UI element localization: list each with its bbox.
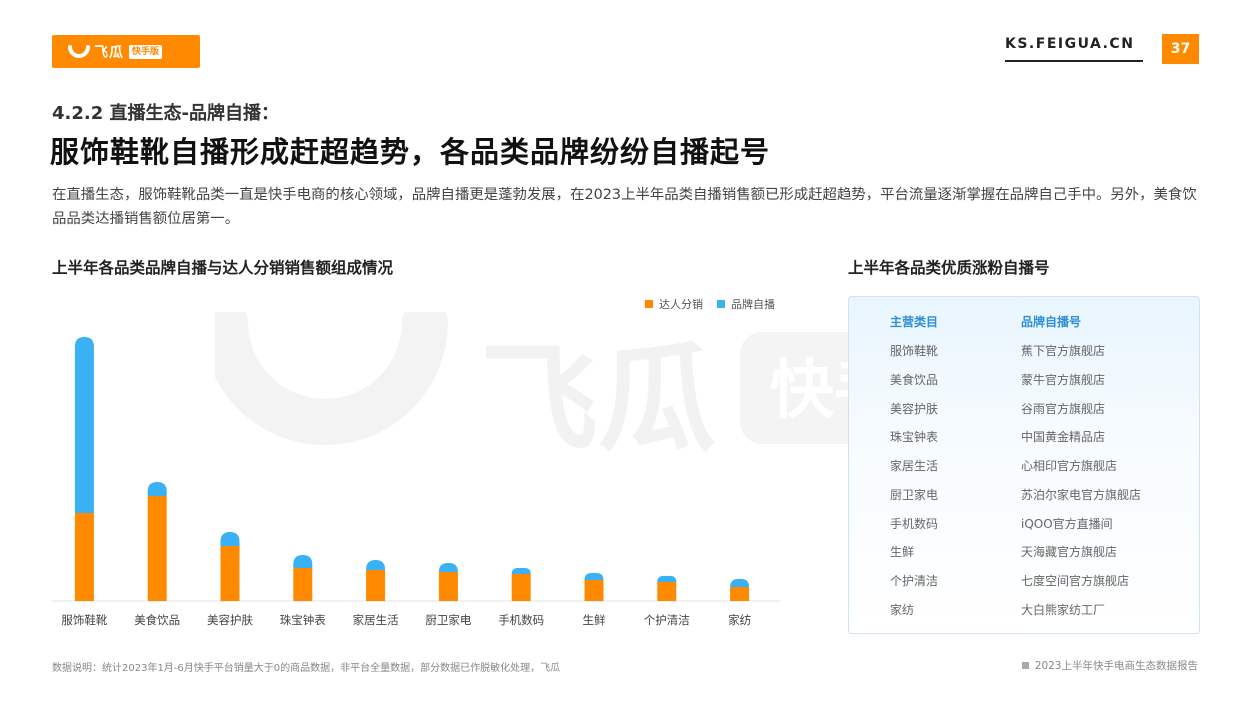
x-tick-label: 美食饮品	[134, 613, 180, 627]
bar-segment-brand	[220, 532, 240, 546]
bar-segment-brand	[293, 555, 313, 568]
data-footnote: 数据说明：统计2023年1月-6月快手平台销量大于0的商品数据，非平台全量数据，…	[52, 663, 561, 674]
table-cell-category: 生鲜	[890, 545, 915, 559]
bar-segment-creator	[74, 513, 94, 601]
report-name-text: 2023上半年快手电商生态数据报告	[1034, 660, 1198, 672]
x-tick-label: 手机数码	[498, 613, 544, 627]
site-url[interactable]: KS.FEIGUA.CN	[1005, 36, 1143, 62]
bar-segment-brand	[147, 482, 167, 496]
chart-legend: 达人分销 品牌自播	[645, 296, 775, 312]
x-tick-label: 个护清洁	[644, 613, 690, 627]
table-header: 主营类目 品牌自播号	[849, 313, 1199, 333]
bar-segment-brand	[584, 573, 604, 580]
bar-segment-brand	[438, 563, 458, 572]
table-cell-account: iQOO官方直播间	[1021, 517, 1113, 531]
table-row: 服饰鞋靴 蕉下官方旗舰店	[849, 342, 1199, 362]
bar-segment-brand	[74, 337, 94, 513]
table-row: 家居生活 心相印官方旗舰店	[849, 457, 1199, 477]
table-cell-category: 个护清洁	[890, 574, 939, 588]
table-header-account: 品牌自播号	[1021, 315, 1082, 329]
bar-segment-creator	[366, 570, 386, 601]
bar-segment-creator	[730, 587, 750, 601]
bar-segment-creator	[220, 546, 240, 601]
table-cell-account: 天海藏官方旗舰店	[1021, 545, 1118, 559]
bar-segment-brand	[366, 560, 386, 570]
table-row: 个护清洁 七度空间官方旗舰店	[849, 572, 1199, 592]
brand-account-table: 主营类目 品牌自播号 服饰鞋靴 蕉下官方旗舰店 美食饮品 蒙牛官方旗舰店 美容护…	[848, 296, 1200, 634]
x-tick-label: 珠宝钟表	[280, 613, 326, 627]
table-cell-category: 厨卫家电	[890, 488, 939, 502]
report-name: 2023上半年快手电商生态数据报告	[1021, 658, 1198, 673]
table-row: 美容护肤 谷雨官方旗舰店	[849, 400, 1199, 420]
table-row: 手机数码 iQOO官方直播间	[849, 515, 1199, 535]
table-cell-account: 七度空间官方旗舰店	[1021, 574, 1130, 588]
x-axis-labels: 服饰鞋靴 美食饮品 美容护肤 珠宝钟表 家居生活 厨卫家电 手机数码 生鲜 个护清洁 家纺	[61, 613, 751, 627]
bar-segment-brand	[511, 568, 531, 574]
bar-segment-creator	[584, 580, 604, 601]
table-title: 上半年各品类优质涨粉自播号	[848, 259, 1050, 277]
table-row: 珠宝钟表 中国黄金精品店	[849, 428, 1199, 448]
bar-segment-creator	[657, 582, 677, 601]
table-cell-category: 家居生活	[890, 459, 939, 473]
table-cell-account: 心相印官方旗舰店	[1021, 459, 1118, 473]
table-cell-category: 服饰鞋靴	[890, 344, 939, 358]
x-tick-label: 生鲜	[583, 613, 606, 627]
table-cell-category: 珠宝钟表	[890, 430, 939, 444]
table-cell-account: 苏泊尔家电官方旗舰店	[1021, 488, 1142, 502]
bar-segment-brand	[730, 579, 750, 587]
legend-swatch-orange	[645, 300, 653, 308]
table-cell-account: 谷雨官方旗舰店	[1021, 402, 1106, 416]
x-tick-label: 家居生活	[353, 613, 399, 627]
legend-label: 达人分销	[659, 298, 703, 311]
bar-segment-creator	[147, 496, 167, 601]
page-number: 37	[1162, 34, 1199, 64]
bar-segment-creator	[293, 568, 313, 601]
bar-segment-creator	[511, 574, 531, 601]
table-row: 美食饮品 蒙牛官方旗舰店	[849, 371, 1199, 391]
table-cell-account: 蒙牛官方旗舰店	[1021, 373, 1106, 387]
legend-item-brand: 品牌自播	[717, 296, 775, 312]
x-tick-label: 厨卫家电	[425, 613, 471, 627]
bar-segment-brand	[657, 576, 677, 582]
table-cell-account: 蕉下官方旗舰店	[1021, 344, 1106, 358]
bar-group	[74, 337, 750, 601]
x-tick-label: 美容护肤	[207, 613, 253, 627]
table-row: 厨卫家电 苏泊尔家电官方旗舰店	[849, 486, 1199, 506]
table-header-category: 主营类目	[890, 315, 939, 329]
bar-segment-creator	[438, 572, 458, 601]
table-cell-category: 美容护肤	[890, 402, 939, 416]
table-row: 家纺 大白熊家纺工厂	[849, 601, 1199, 621]
legend-swatch-blue	[717, 300, 725, 308]
square-icon	[1021, 662, 1029, 669]
table-row: 生鲜 天海藏官方旗舰店	[849, 543, 1199, 563]
table-cell-account: 大白熊家纺工厂	[1021, 603, 1106, 617]
x-tick-label: 服饰鞋靴	[61, 613, 107, 627]
table-cell-category: 手机数码	[890, 517, 939, 531]
x-tick-label: 家纺	[728, 613, 751, 627]
table-cell-account: 中国黄金精品店	[1021, 430, 1106, 444]
legend-item-creator: 达人分销	[645, 296, 703, 312]
table-cell-category: 家纺	[890, 603, 915, 617]
legend-label: 品牌自播	[731, 298, 775, 311]
table-cell-category: 美食饮品	[890, 373, 939, 387]
stacked-bar-chart: 服饰鞋靴 美食饮品 美容护肤 珠宝钟表 家居生活 厨卫家电 手机数码 生鲜 个护清洁 家纺	[52, 337, 780, 627]
